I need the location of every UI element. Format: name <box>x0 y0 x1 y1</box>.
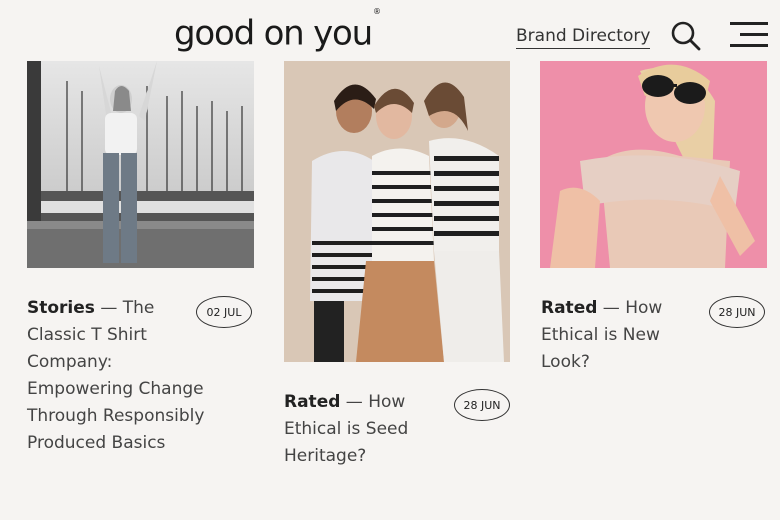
date-badge: 02 JUL <box>196 296 252 328</box>
search-icon[interactable] <box>670 20 702 52</box>
article-category: Stories <box>27 298 95 318</box>
article-image[interactable] <box>284 61 510 362</box>
logo-text: good on you <box>174 13 373 54</box>
hamburger-icon[interactable] <box>730 22 768 50</box>
article-image[interactable] <box>27 61 254 268</box>
registered-mark: ® <box>373 7 381 16</box>
brand-directory-link[interactable]: Brand Directory <box>516 25 651 49</box>
article-image[interactable] <box>540 61 767 268</box>
article-caption[interactable]: Rated — How Ethical is New Look? <box>541 295 701 376</box>
article-caption[interactable]: Rated — How Ethical is Seed Heritage? <box>284 389 454 470</box>
site-logo[interactable]: good on you® <box>174 7 381 54</box>
article-title: — The Classic T Shirt Company: Empowerin… <box>27 298 205 453</box>
site-header: good on you® Brand Directory <box>0 0 780 62</box>
article-category: Rated <box>541 298 598 318</box>
article-category: Rated <box>284 392 341 412</box>
article-caption[interactable]: Stories — The Classic T Shirt Company: E… <box>27 295 217 457</box>
date-badge: 28 JUN <box>454 389 510 421</box>
date-badge: 28 JUN <box>709 296 765 328</box>
